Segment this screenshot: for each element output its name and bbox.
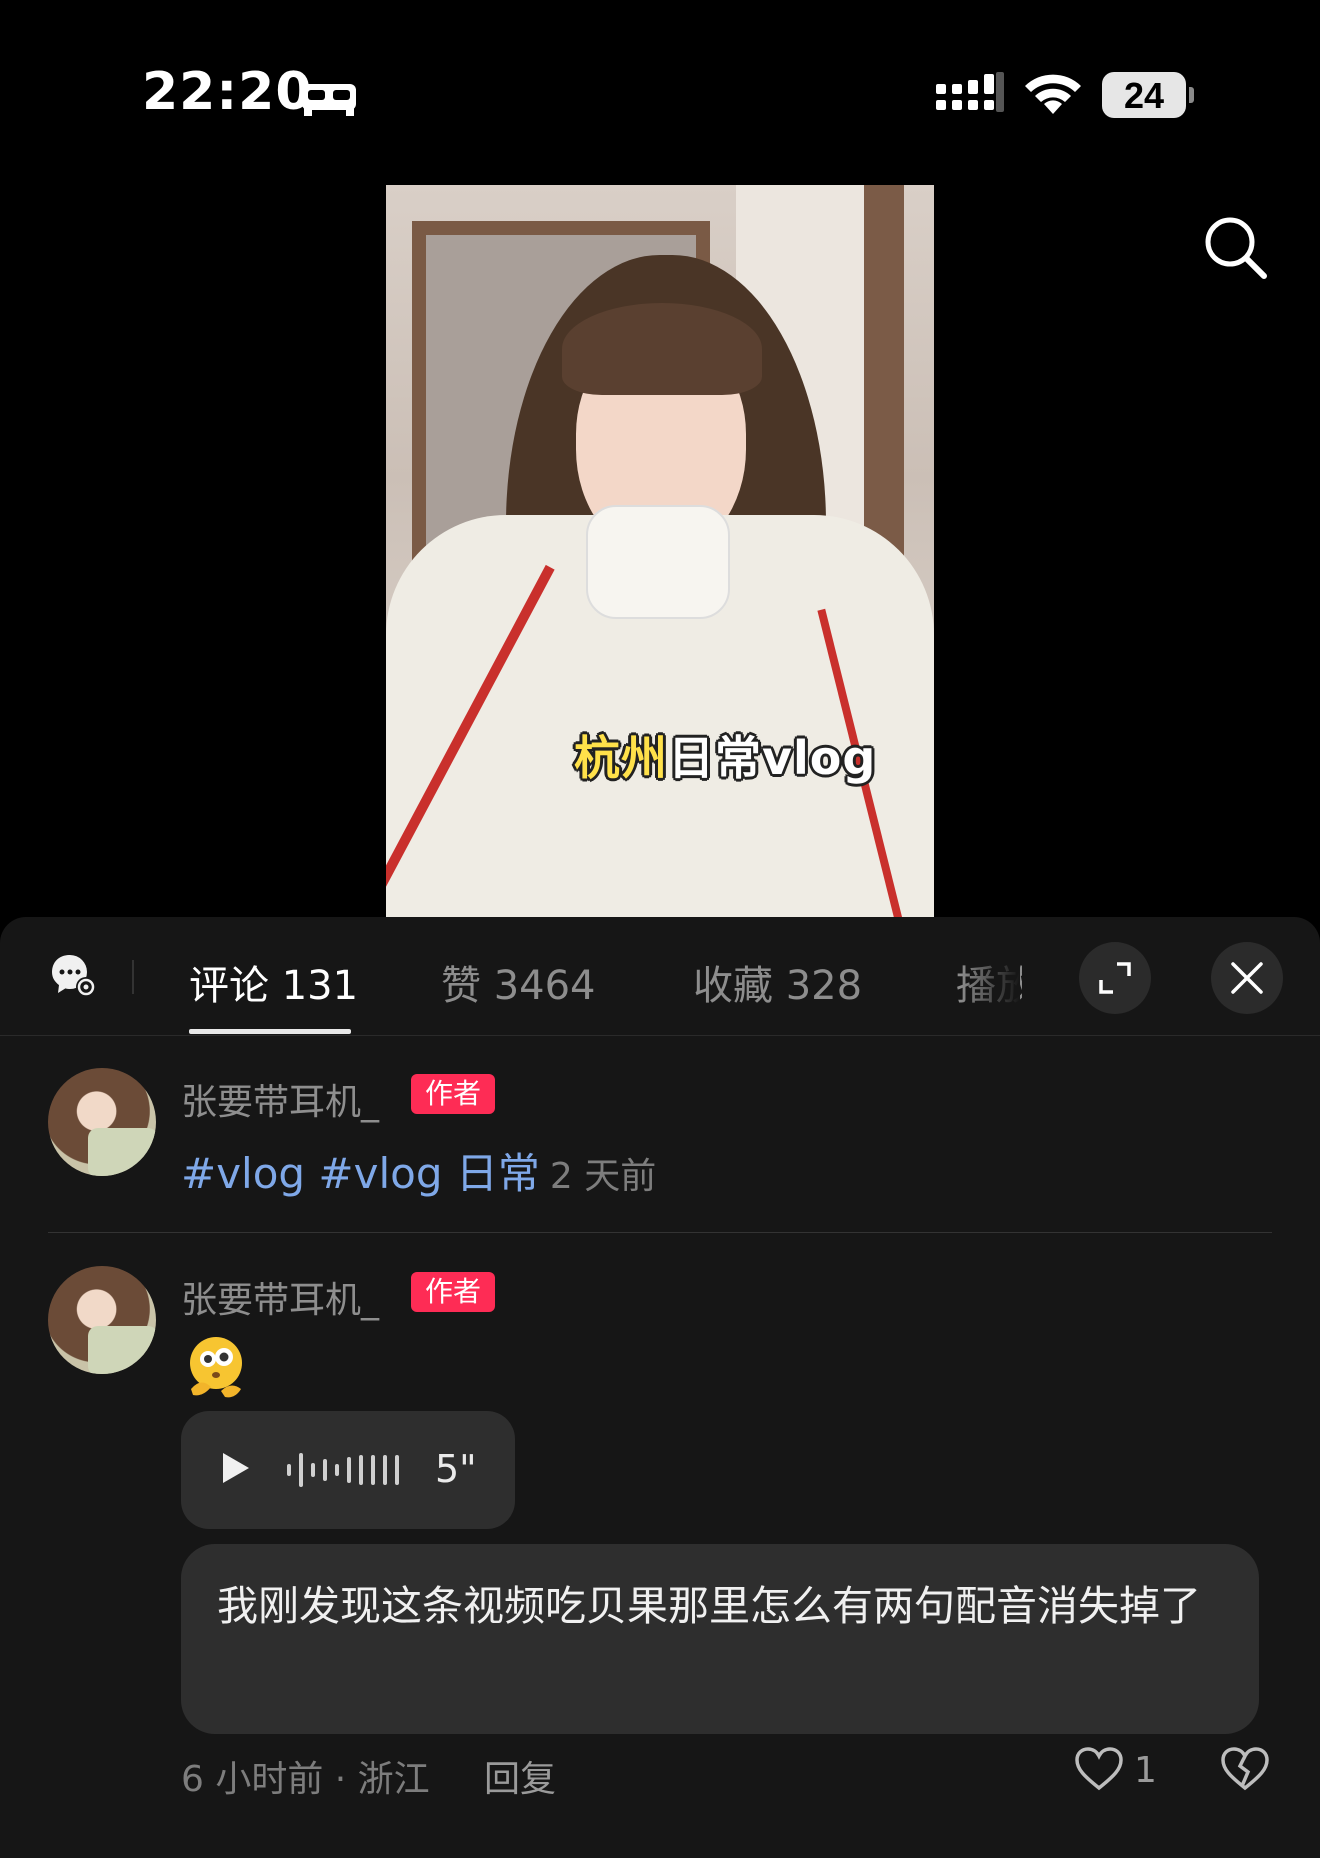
avatar[interactable]: [48, 1266, 156, 1374]
voice-message[interactable]: 5": [181, 1411, 515, 1529]
video-caption-rest: 日常vlog: [668, 731, 877, 785]
search-icon[interactable]: [1200, 212, 1270, 282]
tab-favorites[interactable]: 收藏 328: [693, 953, 862, 1011]
comment-divider: [48, 1232, 1272, 1233]
comment-text: #vlog #vlog 日常 2 天前: [181, 1140, 656, 1201]
audio-waveform-icon: [287, 1453, 399, 1487]
comment-meta: 6 小时前 · 浙江: [181, 1759, 430, 1800]
video-player[interactable]: 杭州日常vlog: [386, 185, 934, 917]
reply-button[interactable]: 回复: [484, 1750, 556, 1802]
video-person-bangs: [562, 303, 762, 395]
like-count: 1: [1134, 1750, 1157, 1791]
avatar-detail: [88, 1128, 156, 1176]
bed-icon: [302, 84, 356, 116]
chat-settings-icon[interactable]: [50, 953, 100, 1001]
hashtag-links[interactable]: #vlog #vlog 日常: [181, 1149, 540, 1198]
voice-duration: 5": [435, 1447, 477, 1491]
battery-level: 24: [1123, 75, 1165, 116]
comment-text: 我刚发现这条视频吃贝果那里怎么有两句配音消失掉了: [217, 1582, 1201, 1630]
avatar[interactable]: [48, 1068, 156, 1176]
status-bar: 22:20 24: [0, 0, 1320, 150]
author-badge: 作者: [411, 1074, 495, 1114]
battery-indicator: 24: [1102, 72, 1194, 118]
tab-likes[interactable]: 赞 3464: [441, 953, 596, 1011]
close-icon: [1231, 962, 1263, 994]
video-caption-highlight: 杭州: [574, 731, 668, 785]
status-time: 22:20: [142, 62, 313, 122]
play-icon: [223, 1453, 249, 1483]
video-person-collar: [586, 505, 730, 619]
expand-icon: [1099, 962, 1131, 994]
author-badge: 作者: [411, 1272, 495, 1312]
thinking-face-emoji-icon: [190, 1337, 242, 1398]
cellular-signal-icon: [936, 72, 1004, 112]
heart-icon[interactable]: [1074, 1746, 1124, 1792]
battery-cap: [1189, 87, 1194, 103]
tab-comments[interactable]: 评论 131: [189, 953, 358, 1011]
tab-active-underline: [189, 1029, 351, 1034]
video-caption: 杭州日常vlog: [574, 722, 876, 788]
tabs-divider: [132, 960, 134, 994]
comment-username[interactable]: 张要带耳机_: [181, 1073, 379, 1125]
avatar-detail: [88, 1326, 156, 1374]
close-button[interactable]: [1211, 942, 1283, 1014]
expand-button[interactable]: [1079, 942, 1151, 1014]
tabs-fade: [960, 937, 1020, 1017]
tabs-bar: 评论 131 赞 3464 收藏 328 播放: [0, 917, 1320, 1036]
comment-username[interactable]: 张要带耳机_: [181, 1271, 379, 1323]
wifi-icon: [1025, 74, 1081, 114]
comment-time: 2 天前: [549, 1156, 657, 1197]
broken-heart-icon[interactable]: [1220, 1746, 1270, 1792]
comment-bubble: 我刚发现这条视频吃贝果那里怎么有两句配音消失掉了: [181, 1544, 1259, 1734]
